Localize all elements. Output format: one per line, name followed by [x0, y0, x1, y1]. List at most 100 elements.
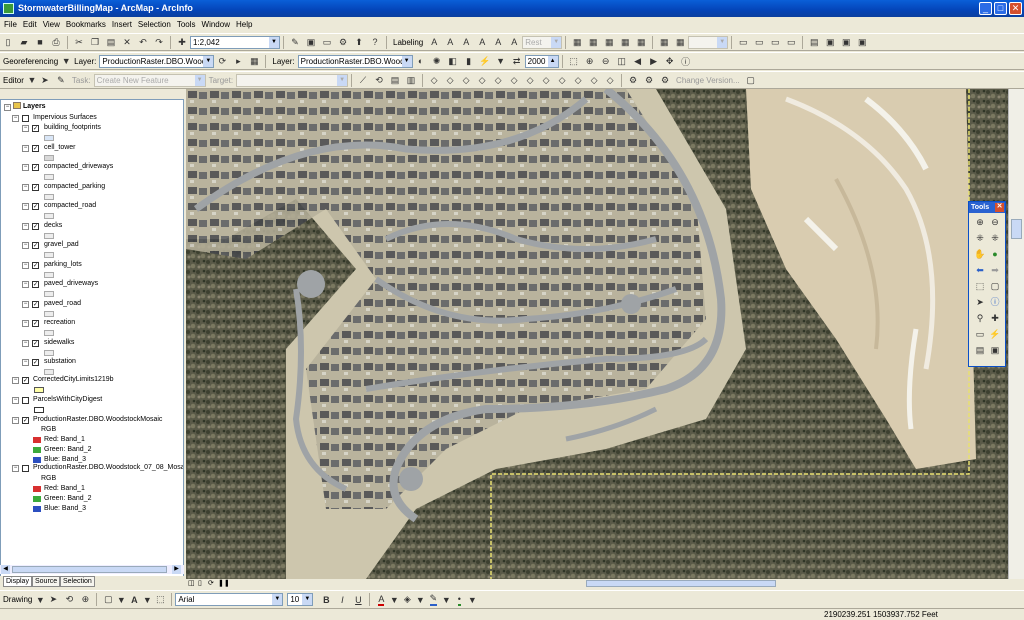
command-line-icon[interactable]: ▭ — [320, 35, 334, 49]
split-tool-icon[interactable]: ⟋ — [356, 73, 370, 87]
red-band-swatch-2[interactable] — [33, 486, 41, 492]
tools-close-icon[interactable]: ✕ — [995, 203, 1004, 212]
menu-selection[interactable]: Selection — [138, 20, 171, 29]
view-unplaced-labels-icon[interactable]: A — [491, 35, 505, 49]
flicker-rate-icon[interactable]: ⇄ — [510, 54, 524, 68]
green-band-swatch-2[interactable] — [33, 496, 41, 502]
hyperlink-icon[interactable]: ⚡ — [989, 328, 1001, 340]
zoom-in-fixed-icon[interactable]: ⊕ — [583, 54, 597, 68]
go-to-xy-icon[interactable]: ✚ — [989, 312, 1001, 324]
sublayer-toggle[interactable]: − — [22, 144, 29, 152]
sublayer-symbol[interactable] — [44, 271, 54, 278]
data-frame-layers[interactable]: Layers — [13, 102, 46, 112]
label-options-icon[interactable]: A — [507, 35, 521, 49]
sublayer-checkbox[interactable]: ✓ — [32, 300, 39, 308]
menu-bookmarks[interactable]: Bookmarks — [66, 20, 106, 29]
sublayer-checkbox[interactable]: ✓ — [32, 281, 39, 288]
sublayer-toggle[interactable]: − — [22, 125, 29, 132]
sublayer-compacted-driveways[interactable]: compacted_driveways — [44, 162, 113, 172]
triangle-down-icon[interactable]: ▼ — [494, 54, 508, 68]
drawing-dropdown-icon[interactable]: ▼ — [36, 593, 45, 607]
delete-icon[interactable]: ✕ — [120, 35, 134, 49]
next-extent-icon[interactable]: ▶ — [647, 54, 661, 68]
rectangle-dropdown-icon[interactable]: ▼ — [117, 593, 126, 607]
versioning-3-icon[interactable]: ⚙ — [658, 73, 672, 87]
model-builder-icon[interactable]: ⚙ — [336, 35, 350, 49]
editor-dropdown-icon[interactable]: ▼ — [27, 73, 36, 87]
italic-button[interactable]: I — [335, 593, 349, 607]
line-color-icon[interactable]: ✎ — [426, 593, 440, 607]
forward-arrow-icon[interactable]: ➡ — [989, 264, 1001, 276]
line-color-dropdown-icon[interactable]: ▼ — [442, 593, 451, 607]
sublayer-checkbox[interactable]: ✓ — [32, 183, 39, 191]
drawing-menu[interactable]: Drawing — [3, 595, 32, 604]
sublayer-toggle[interactable]: − — [22, 242, 29, 249]
parcels-checkbox[interactable] — [22, 397, 29, 404]
bold-button[interactable]: B — [319, 593, 333, 607]
minimize-button[interactable]: _ — [979, 2, 992, 15]
versioning-1-icon[interactable]: ⚙ — [626, 73, 640, 87]
menu-window[interactable]: Window — [202, 20, 230, 29]
scroll-right-icon[interactable]: ▶ — [172, 565, 181, 574]
layout-view-icon[interactable]: ▯ — [198, 579, 202, 587]
layout-tool-10-icon[interactable]: ▭ — [768, 35, 782, 49]
topology-9-icon[interactable]: ◇ — [555, 73, 569, 87]
pointer-icon[interactable]: ➤ — [974, 296, 986, 308]
lock-labels-icon[interactable]: A — [475, 35, 489, 49]
marker-color-icon[interactable]: • — [452, 593, 466, 607]
pan-hand-icon[interactable]: ✋ — [974, 248, 986, 260]
tab-source[interactable]: Source — [32, 576, 61, 587]
sublayer-checkbox[interactable]: ✓ — [32, 222, 39, 230]
sublayer-symbol[interactable] — [44, 174, 54, 180]
sublayer-compacted-road[interactable]: compacted_road — [44, 201, 96, 211]
copy-icon[interactable]: ❐ — [88, 35, 102, 49]
edit-vertices-icon[interactable]: ⬚ — [153, 593, 167, 607]
previous-extent-icon[interactable]: ◀ — [631, 54, 645, 68]
brightness-icon[interactable]: ✺ — [430, 54, 444, 68]
sublayer-recreation[interactable]: recreation — [44, 318, 75, 328]
sublayer-compacted-parking[interactable]: compacted_parking — [44, 182, 105, 192]
close-button[interactable]: ✕ — [1009, 2, 1022, 15]
raster2-checkbox[interactable] — [22, 465, 29, 472]
attributes-icon[interactable]: ▤ — [388, 73, 402, 87]
task-combo[interactable]: Create New Feature ▼ — [93, 73, 206, 87]
sublayer-symbol[interactable] — [44, 193, 54, 200]
city-limits-toggle[interactable]: − — [12, 377, 19, 384]
new-document-icon[interactable]: ▯ — [1, 35, 15, 49]
city-limits-symbol[interactable] — [34, 387, 44, 393]
topology-5-icon[interactable]: ◇ — [491, 73, 505, 87]
toolbox-icon[interactable]: ▣ — [823, 35, 837, 49]
scroll-left-icon[interactable]: ◀ — [1, 565, 10, 574]
clear-selection-icon[interactable]: ▢ — [989, 280, 1001, 292]
map-hscroll-thumb[interactable] — [586, 580, 776, 587]
select-elements-icon[interactable]: ⬚ — [974, 280, 986, 292]
green-band-swatch[interactable] — [33, 447, 41, 453]
font-color-dropdown-icon[interactable]: ▼ — [390, 593, 399, 607]
layer-city-limits[interactable]: CorrectedCityLimits1219b — [33, 375, 114, 385]
scroll-thumb[interactable] — [12, 566, 167, 573]
label-priority-icon[interactable]: A — [443, 35, 457, 49]
layout-tool-1-icon[interactable]: ▦ — [570, 35, 584, 49]
time-slider-icon[interactable]: ▤ — [974, 344, 986, 356]
select-features-icon[interactable]: ⬚ — [567, 54, 581, 68]
sublayer-toggle[interactable]: − — [22, 164, 29, 171]
extension-icon[interactable]: ▣ — [839, 35, 853, 49]
maximize-button[interactable]: □ — [994, 2, 1007, 15]
sublayer-paved-road[interactable]: paved_road — [44, 299, 81, 309]
measure-icon[interactable]: ▭ — [974, 328, 986, 340]
map-display[interactable] — [186, 89, 1008, 579]
fill-color-dropdown-icon[interactable]: ▼ — [416, 593, 425, 607]
rotate-icon[interactable]: ⟳ — [215, 54, 229, 68]
refresh-view-icon[interactable]: ⟳ — [208, 579, 214, 587]
sublayer-checkbox[interactable]: ✓ — [32, 339, 39, 347]
layout-tool-11-icon[interactable]: ▭ — [784, 35, 798, 49]
map-vertical-scrollbar[interactable] — [1008, 89, 1024, 579]
topology-8-icon[interactable]: ◇ — [539, 73, 553, 87]
map-scale-combo[interactable]: 1:2,042 ▼ — [190, 35, 280, 49]
zoom-out-fixed-icon[interactable]: ⊖ — [599, 54, 613, 68]
sublayer-symbol[interactable] — [44, 349, 54, 356]
font-name-combo[interactable]: Arial ▼ — [175, 593, 284, 606]
sublayer-symbol[interactable] — [44, 232, 54, 239]
topology-4-icon[interactable]: ◇ — [475, 73, 489, 87]
paste-icon[interactable]: ▤ — [104, 35, 118, 49]
